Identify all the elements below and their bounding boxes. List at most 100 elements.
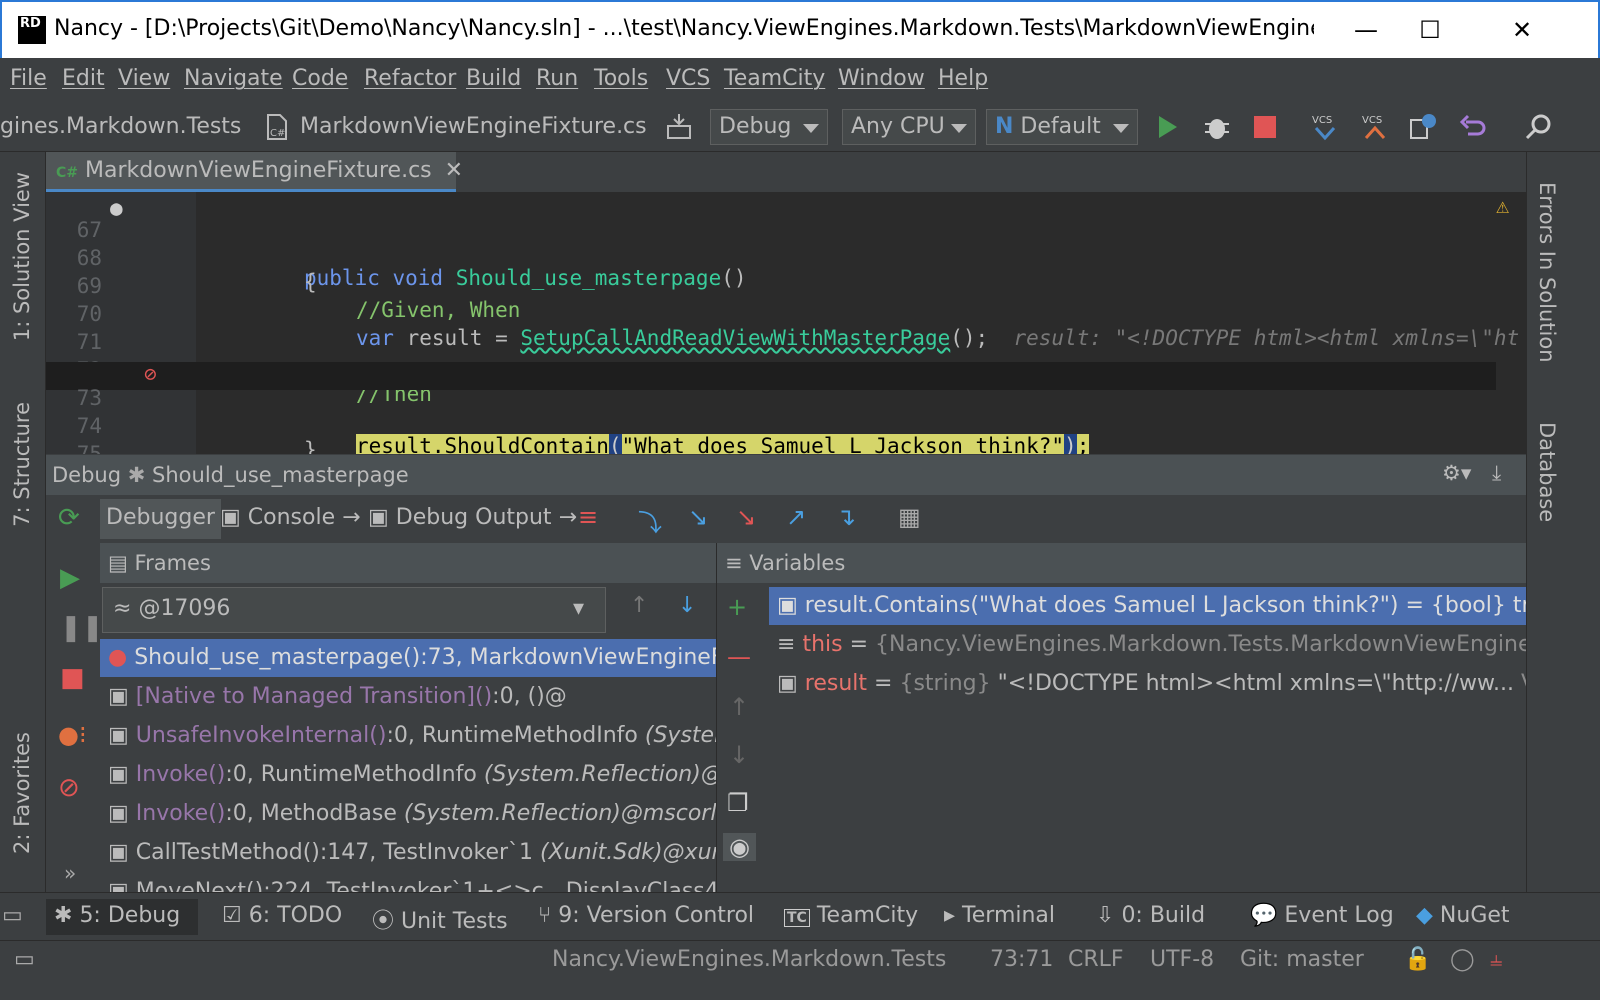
- platform-select[interactable]: Any CPU: [842, 109, 976, 145]
- gear-icon[interactable]: ⚙▾: [1442, 461, 1471, 485]
- menu-build[interactable]: Build: [466, 66, 521, 91]
- menu-code[interactable]: Code: [292, 66, 348, 91]
- menu-tools[interactable]: Tools: [594, 66, 648, 91]
- variable-row[interactable]: ▣ result = {string} "<!DOCTYPE html><htm…: [769, 665, 1526, 703]
- toolwindow-unit-tests[interactable]: ⦿ Unit Tests: [364, 899, 516, 935]
- run-to-cursor-icon[interactable]: ↴: [836, 503, 856, 531]
- step-over-icon[interactable]: ⤵: [638, 503, 662, 538]
- menu-navigate[interactable]: Navigate: [184, 66, 283, 91]
- test-status-icon[interactable]: ●: [110, 196, 123, 220]
- variable-row[interactable]: ≡ this = {Nancy.ViewEngines.Markdown.Tes…: [769, 626, 1526, 664]
- view-breakpoints-icon[interactable]: ●⁝: [58, 721, 87, 749]
- editor-tab-active[interactable]: C# MarkdownViewEngineFixture.cs ✕: [46, 152, 463, 192]
- status-git-branch[interactable]: Git: master: [1240, 947, 1364, 972]
- add-watch-icon[interactable]: +: [727, 593, 747, 621]
- breadcrumb-file[interactable]: MarkdownViewEngineFixture.cs: [300, 114, 647, 139]
- vcs-commit-icon[interactable]: VCS: [1360, 112, 1390, 142]
- move-down-icon[interactable]: ↓: [729, 741, 749, 769]
- toggle-panels-icon[interactable]: ▭: [2, 903, 23, 928]
- debug-bug-icon[interactable]: [1202, 112, 1232, 142]
- menu-view[interactable]: View: [118, 66, 170, 91]
- tab-debug-output[interactable]: ▣ Debug Output →: [362, 499, 583, 539]
- frame-row[interactable]: ▣ Invoke():0, RuntimeMethodInfo (System.…: [100, 756, 716, 794]
- variable-row[interactable]: ▣ result.Contains("What does Samuel L Ja…: [769, 587, 1526, 625]
- frame-row[interactable]: ● Should_use_masterpage():73, MarkdownVi…: [100, 639, 716, 677]
- lock-icon[interactable]: 🔓: [1404, 947, 1431, 972]
- breadcrumb-project[interactable]: gines.Markdown.Tests: [0, 114, 241, 139]
- arrow-up-icon[interactable]: ↑: [630, 593, 648, 618]
- history-icon[interactable]: [1408, 112, 1438, 142]
- toolwindow-debug[interactable]: ✱ 5: Debug: [46, 899, 198, 935]
- remove-watch-icon[interactable]: —: [727, 643, 751, 671]
- tab-structure[interactable]: 7: Structure: [10, 402, 34, 527]
- frame-row[interactable]: ▣ [Native to Managed Transition]():0, ()…: [100, 678, 716, 716]
- toolwindow-terminal[interactable]: ▸ Terminal: [936, 899, 1063, 935]
- frame-row[interactable]: ▣ Invoke():0, MethodBase (System.Reflect…: [100, 795, 716, 833]
- evaluate-icon[interactable]: ▦: [898, 503, 921, 531]
- toolwindow-build[interactable]: ⇩ 0: Build: [1088, 899, 1213, 935]
- menu-help[interactable]: Help: [938, 66, 988, 91]
- menu-edit[interactable]: Edit: [62, 66, 105, 91]
- close-icon[interactable]: ✕: [445, 158, 463, 183]
- menu-teamcity[interactable]: TeamCity: [724, 66, 825, 91]
- build-icon[interactable]: [664, 112, 694, 142]
- watches-toggle-icon[interactable]: ◉: [723, 833, 756, 861]
- breakpoint-icon[interactable]: ⊘: [144, 362, 157, 386]
- frames-title: Frames: [134, 551, 211, 575]
- step-into-icon[interactable]: ↘: [688, 503, 708, 531]
- toolwindow-event-log[interactable]: 💬 Event Log: [1242, 899, 1402, 935]
- run-icon[interactable]: [1152, 112, 1182, 142]
- frame-row[interactable]: ▣ CallTestMethod():147, TestInvoker`1 (X…: [100, 834, 716, 872]
- warning-icon[interactable]: ⚠: [1496, 194, 1509, 219]
- view-link[interactable]: View: [1514, 671, 1526, 696]
- menu-window[interactable]: Window: [838, 66, 925, 91]
- thread-select[interactable]: ≈ @17096 ▾: [102, 587, 606, 633]
- frame-row[interactable]: ▣ MoveNext():224, TestInvoker`1+<>c__Dis…: [100, 873, 716, 893]
- show-execution-point-icon[interactable]: ≡: [578, 503, 598, 531]
- tab-console[interactable]: ▣ Console →: [214, 499, 367, 539]
- target-select[interactable]: N Default: [986, 109, 1138, 145]
- menu-run[interactable]: Run: [536, 66, 578, 91]
- menu-vcs[interactable]: VCS: [666, 66, 710, 91]
- tab-debugger[interactable]: Debugger: [100, 499, 221, 539]
- tab-solution-view[interactable]: 1: Solution View: [10, 172, 34, 341]
- force-step-into-icon[interactable]: ↘: [736, 503, 756, 531]
- menu-file[interactable]: File: [10, 66, 47, 91]
- search-icon[interactable]: [1524, 112, 1554, 142]
- status-project[interactable]: Nancy.ViewEngines.Markdown.Tests: [552, 947, 946, 972]
- toolwindow-nuget[interactable]: ◆ NuGet: [1408, 899, 1518, 935]
- status-encoding[interactable]: UTF-8: [1150, 947, 1214, 972]
- config-select[interactable]: Debug: [710, 109, 828, 145]
- vcs-update-icon[interactable]: VCS: [1310, 112, 1340, 142]
- step-out-icon[interactable]: ↗: [786, 503, 806, 531]
- mute-breakpoints-icon[interactable]: ⊘: [58, 773, 80, 803]
- error-stripe-icon[interactable]: ⫨: [1490, 947, 1502, 972]
- pause-icon[interactable]: ❚❚: [60, 613, 104, 643]
- frame-row[interactable]: ▣ UnsafeInvokeInternal():0, RuntimeMetho…: [100, 717, 716, 755]
- menu-refactor[interactable]: Refactor: [364, 66, 456, 91]
- stop-icon[interactable]: [1250, 112, 1280, 142]
- arrow-down-icon[interactable]: ↓: [678, 593, 696, 618]
- inspection-icon[interactable]: ◯: [1450, 947, 1475, 972]
- toolwindow-todo[interactable]: ☑ 6: TODO: [214, 899, 350, 935]
- panels-toggle-icon[interactable]: ▭: [14, 947, 35, 972]
- resume-icon[interactable]: ▶: [60, 563, 80, 593]
- copy-icon[interactable]: ❐: [727, 789, 749, 817]
- status-line-ending[interactable]: CRLF: [1068, 947, 1124, 972]
- stop-icon[interactable]: ■: [60, 663, 85, 693]
- restart-icon[interactable]: ⟳: [58, 503, 80, 533]
- hide-panel-icon[interactable]: ⤓: [1492, 461, 1501, 486]
- toolwindow-version-control[interactable]: ⑂ 9: Version Control: [530, 899, 762, 935]
- more-icon[interactable]: »: [64, 861, 76, 885]
- move-up-icon[interactable]: ↑: [729, 693, 749, 721]
- tab-favorites[interactable]: 2: Favorites: [10, 732, 34, 854]
- code-editor[interactable]: 67 ● public void Should_use_masterpage()…: [46, 192, 1526, 454]
- tab-errors-in-solution[interactable]: Errors In Solution: [1535, 182, 1559, 363]
- toolwindow-teamcity[interactable]: TC TeamCity: [776, 899, 926, 935]
- tab-database[interactable]: Database: [1535, 422, 1559, 522]
- rollback-icon[interactable]: [1458, 112, 1488, 142]
- close-button[interactable]: ✕: [1492, 10, 1552, 50]
- maximize-button[interactable]: ☐: [1400, 10, 1460, 50]
- status-position[interactable]: 73:71: [990, 947, 1053, 972]
- minimize-button[interactable]: —: [1336, 10, 1396, 50]
